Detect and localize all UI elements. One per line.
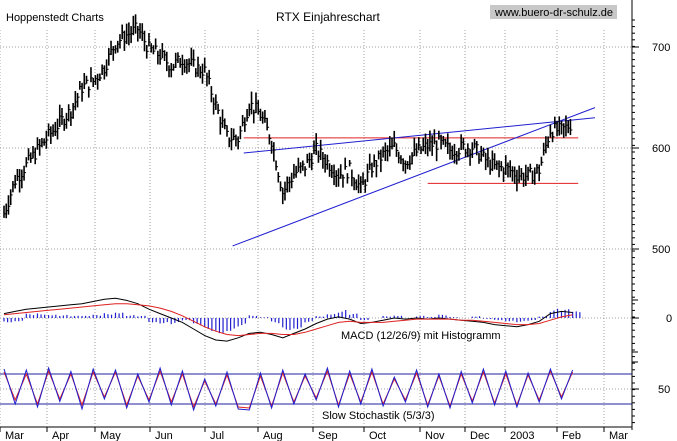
price-bars [3,14,573,219]
x-axis-label: Jun [155,430,173,441]
price-axis-label: 600 [652,143,670,155]
stochastic-axis-label: 50 [658,384,670,396]
x-axis-label: Mar [609,430,628,441]
x-axis-label: Feb [562,430,581,441]
x-axis-label: Oct [369,430,386,441]
x-axis-label: Apr [52,430,69,441]
x-axis-label: Mar [5,430,24,441]
x-axis-label: Dec [470,430,490,441]
x-axis-label: 2003 [510,430,534,441]
price-axis-label: 500 [652,244,670,256]
price-axis-label: 700 [652,42,670,54]
chart-title: RTX Einjahreschart [276,10,380,24]
x-axis-label: May [100,430,121,441]
x-axis-label: Nov [425,430,445,441]
website-label: www.buero-dr-schulz.de [494,7,613,19]
stock-chart: 500 600 700 0 50 Mar Apr May Jun Jul Aug Sep Oct Nov D… [0,0,672,441]
x-axis-label: Jul [210,430,224,441]
macd-label: MACD (12/26/9) mit Histogramm [341,330,501,342]
stochastic-label: Slow Stochastik (5/3/3) [322,410,435,422]
x-axis-label: Sep [318,430,338,441]
x-axis-label: Aug [263,430,283,441]
macd-axis-label: 0 [666,313,672,325]
publisher-label: Hoppenstedt Charts [6,12,104,24]
grid [0,30,632,426]
